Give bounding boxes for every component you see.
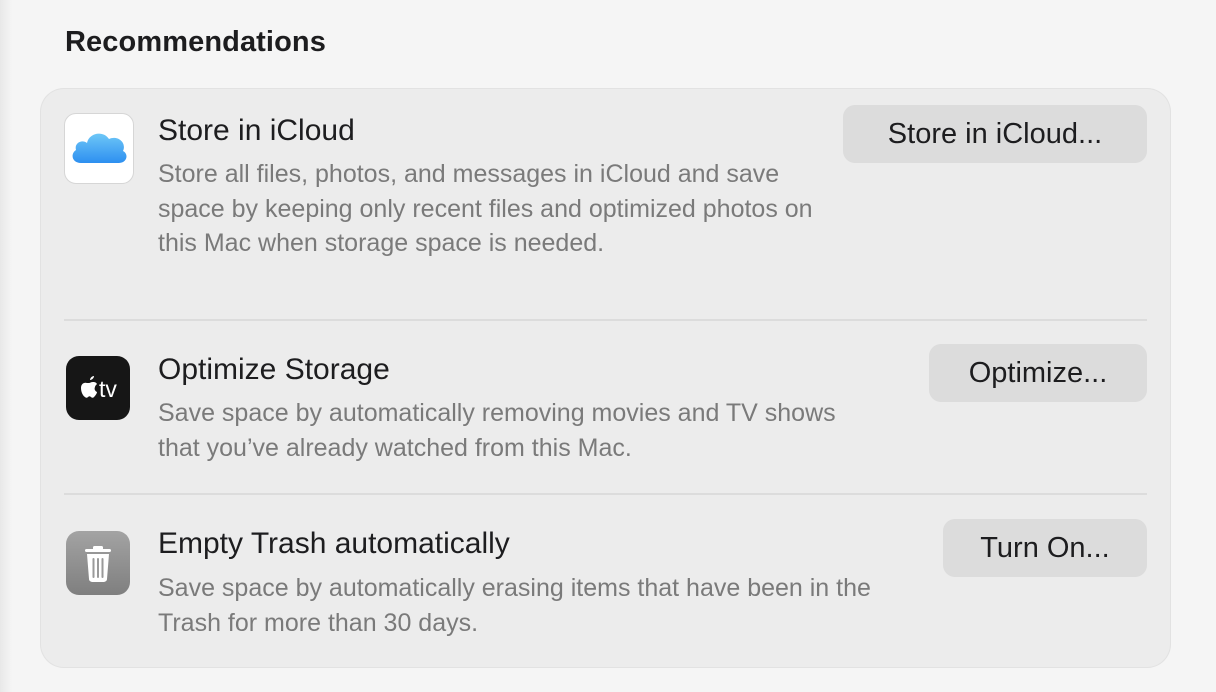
apple-tv-icon: tv [66,356,130,420]
recommendation-row-trash: Empty Trash automatically Save space by … [40,495,1171,668]
row-title-optimize: Optimize Storage [158,353,390,386]
window-left-edge [0,0,12,692]
optimize-button[interactable]: Optimize... [929,344,1147,402]
trash-icon [66,531,130,595]
recommendation-row-optimize: tv Optimize Storage Save space by automa… [40,321,1171,493]
row-description-trash: Save space by automatically erasing item… [158,574,871,637]
row-description-optimize: Save space by automatically removing mov… [158,399,836,462]
row-description-icloud: Store all files, photos, and messages in… [158,160,813,257]
recommendation-row-icloud: Store in iCloud Store all files, photos,… [40,88,1171,320]
apple-tv-icon-text: tv [99,376,117,402]
row-title-icloud: Store in iCloud [158,114,355,147]
recommendations-card: Store in iCloud Store all files, photos,… [40,88,1171,668]
row-title-trash: Empty Trash automatically [158,527,510,560]
icloud-icon [64,113,134,184]
store-in-icloud-button[interactable]: Store in iCloud... [843,105,1147,163]
turn-on-button[interactable]: Turn On... [943,519,1147,577]
section-title: Recommendations [65,26,326,58]
